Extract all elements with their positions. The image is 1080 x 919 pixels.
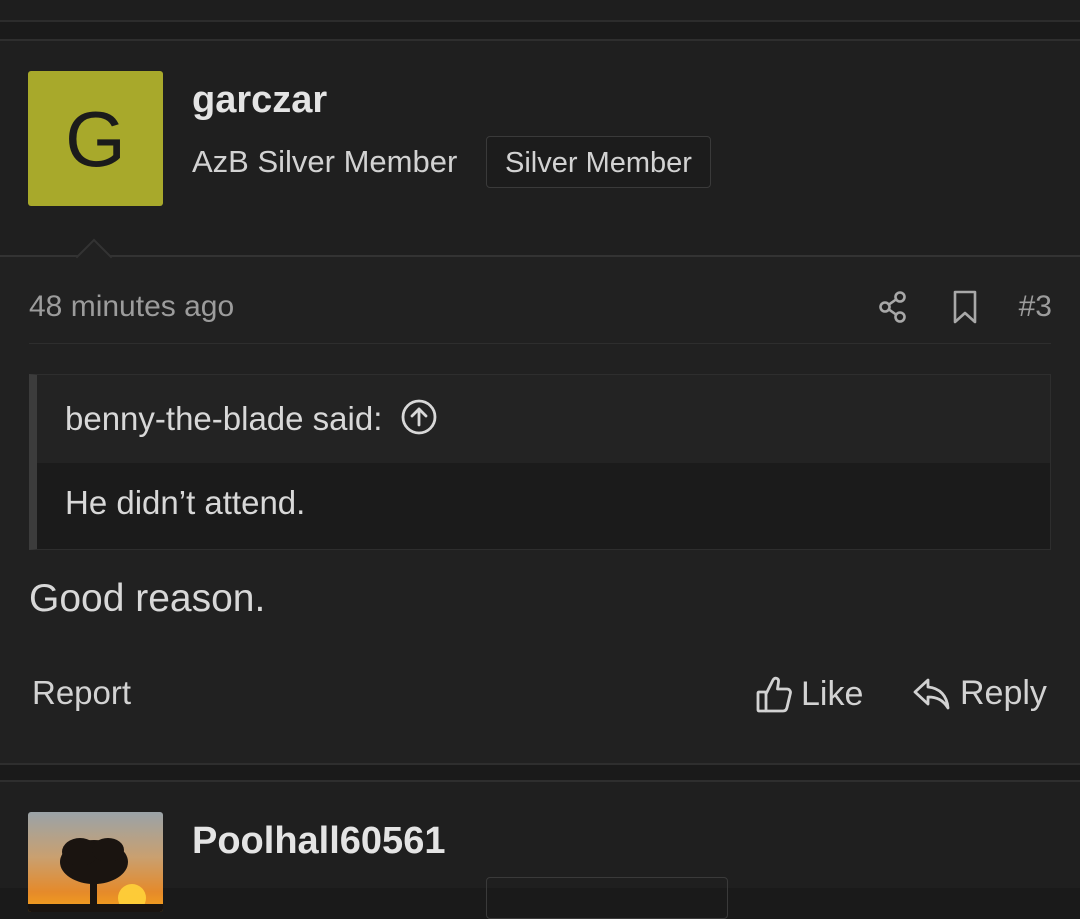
reply-button[interactable]: Reply [912,674,1047,713]
post-body: Good reason. [29,577,266,620]
user-block-divider [0,255,1080,257]
avatar-letter: G [65,94,126,183]
user-banner-badge [486,877,728,919]
quote-author: benny-the-blade said: [65,400,383,437]
user-banner-badge: Silver Member [486,136,711,188]
avatar[interactable]: G [28,71,163,206]
quote-block: benny-the-blade said: He didn’t attend. [29,374,1051,550]
report-link[interactable]: Report [32,674,131,712]
like-label: Like [801,674,864,713]
reply-icon [913,678,950,709]
previous-post-edge [0,0,1080,22]
post-number-link[interactable]: #3 [1019,290,1052,324]
next-post: Poolhall60561 [0,780,1080,919]
post-user-block: G garczar AzB Silver Member Silver Membe… [0,41,1080,255]
reply-label: Reply [960,674,1047,712]
bookmark-icon[interactable] [951,289,979,325]
username-link[interactable]: Poolhall60561 [192,820,445,863]
avatar[interactable] [28,812,163,912]
username-link[interactable]: garczar [192,79,327,122]
like-button[interactable]: Like [755,674,863,714]
forum-post: G garczar AzB Silver Member Silver Membe… [0,39,1080,765]
quote-header: benny-the-blade said: [37,375,1050,463]
user-title: AzB Silver Member [192,144,458,179]
quote-text: He didn’t attend. [65,484,306,521]
share-icon[interactable] [877,290,909,324]
meta-divider [29,343,1051,344]
post-timestamp[interactable]: 48 minutes ago [29,290,234,324]
thumbs-up-icon [756,676,792,713]
post-meta-actions: #3 [877,289,1052,325]
arrow-up-circle-icon[interactable] [400,398,438,441]
